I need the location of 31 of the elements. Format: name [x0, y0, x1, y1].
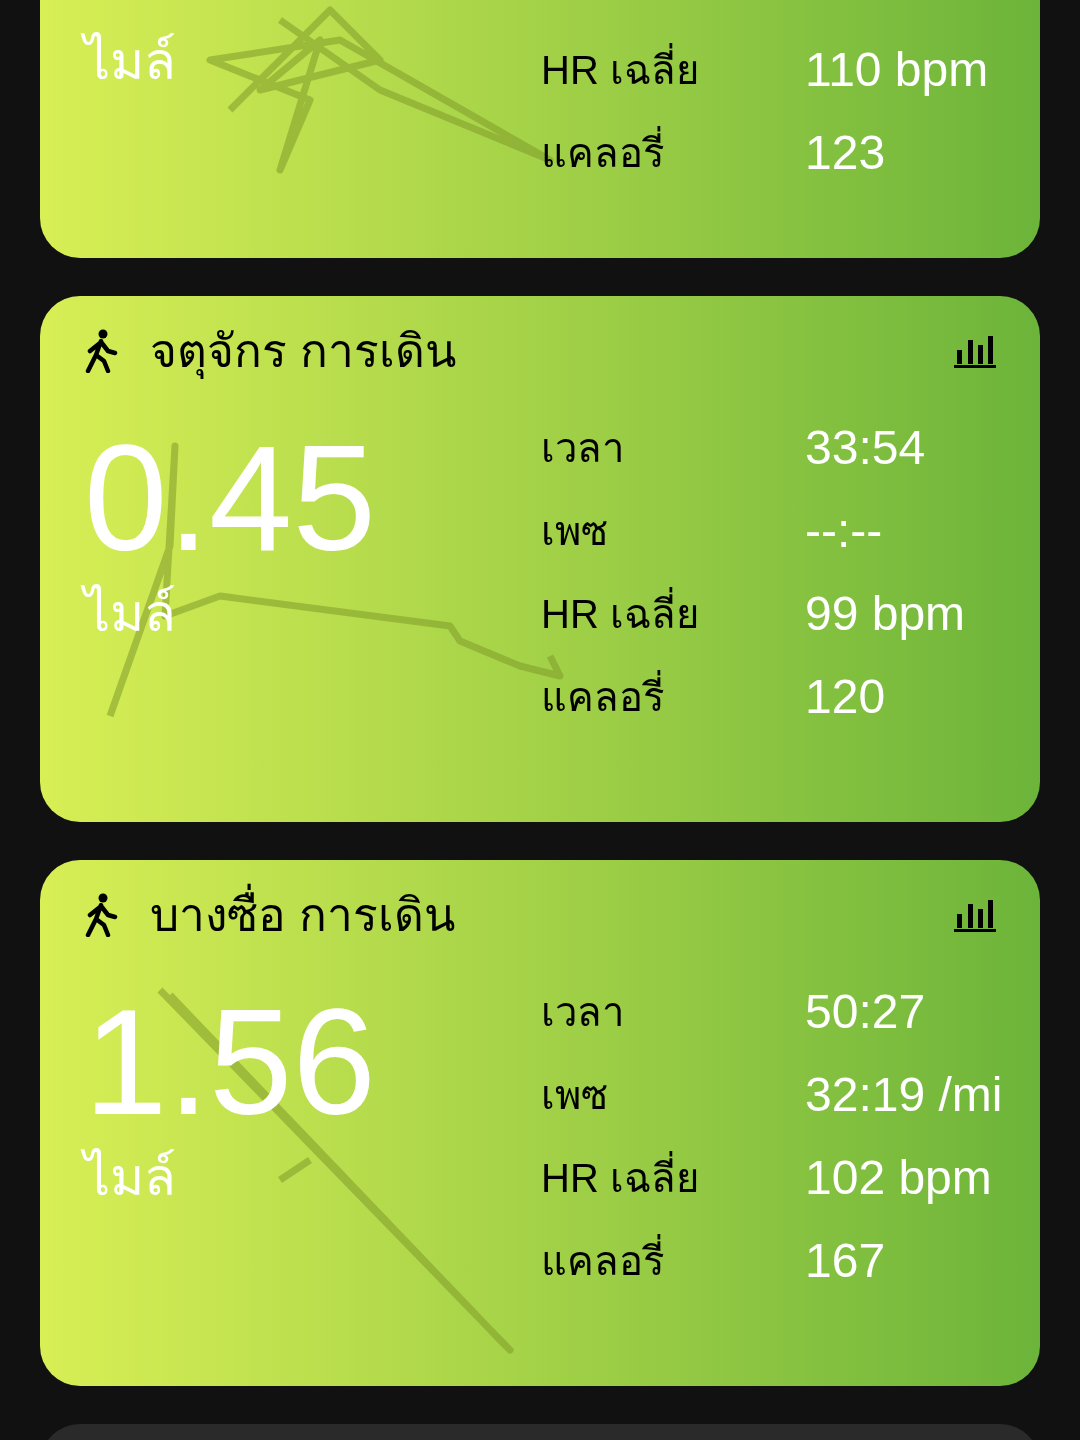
stat-label: เวลา: [541, 424, 625, 472]
stat-label: แคลอรี่: [541, 1230, 805, 1291]
chart-icon[interactable]: [954, 334, 996, 368]
distance-value: 1.56: [84, 992, 377, 1132]
workout-title: บางซื่อ การเดิน: [150, 880, 455, 950]
workout-card[interactable]: บางซื่อ การเดิน 1.56 ไมล์ เวลา 50:27 เพซ 32:19 /mi HR เฉลี่ย 102 bpm แคลอรี่ 167: [40, 860, 1040, 1386]
stat-value: 32:19 /mi: [805, 1066, 1003, 1123]
stat-label: HR เฉลี่ย: [541, 1147, 805, 1208]
workout-card[interactable]: จตุจักร การเดิน 0.45 ไมล์ เวลา 33:54 เพซ --:-- HR เฉลี่ย 99 bpm แคลอรี่ 120: [40, 296, 1040, 822]
stat-value: 167: [805, 1232, 886, 1289]
stat-value: 50:27: [805, 983, 926, 1040]
stat-value: 33:54: [805, 419, 926, 476]
workout-card[interactable]: ไมล์ HR เฉลี่ย 110 bpm แคลอรี่ 123: [40, 0, 1040, 258]
stat-label: เพซ: [541, 1071, 609, 1119]
chart-icon[interactable]: [954, 898, 996, 932]
stat-label: แคลอรี่: [541, 666, 805, 727]
stat-label: HR เฉลี่ย: [541, 583, 805, 644]
stat-label: เพซ: [541, 507, 609, 555]
walking-icon: [84, 329, 118, 373]
stat-value: 99 bpm: [805, 585, 966, 642]
stat-label: แคลอรี่: [541, 122, 805, 183]
stat-value: 102 bpm: [805, 1149, 992, 1206]
stat-value: 123: [805, 124, 886, 181]
stat-label: เวลา: [541, 988, 625, 1036]
stat-value: 110 bpm: [805, 41, 989, 98]
workout-title: จตุจักร การเดิน: [150, 323, 456, 381]
stat-label: HR เฉลี่ย: [541, 39, 805, 100]
distance-value: 0.45: [84, 428, 377, 568]
stat-value: 120: [805, 668, 886, 725]
walking-icon: [84, 893, 118, 937]
stat-value: --:--: [805, 502, 883, 559]
